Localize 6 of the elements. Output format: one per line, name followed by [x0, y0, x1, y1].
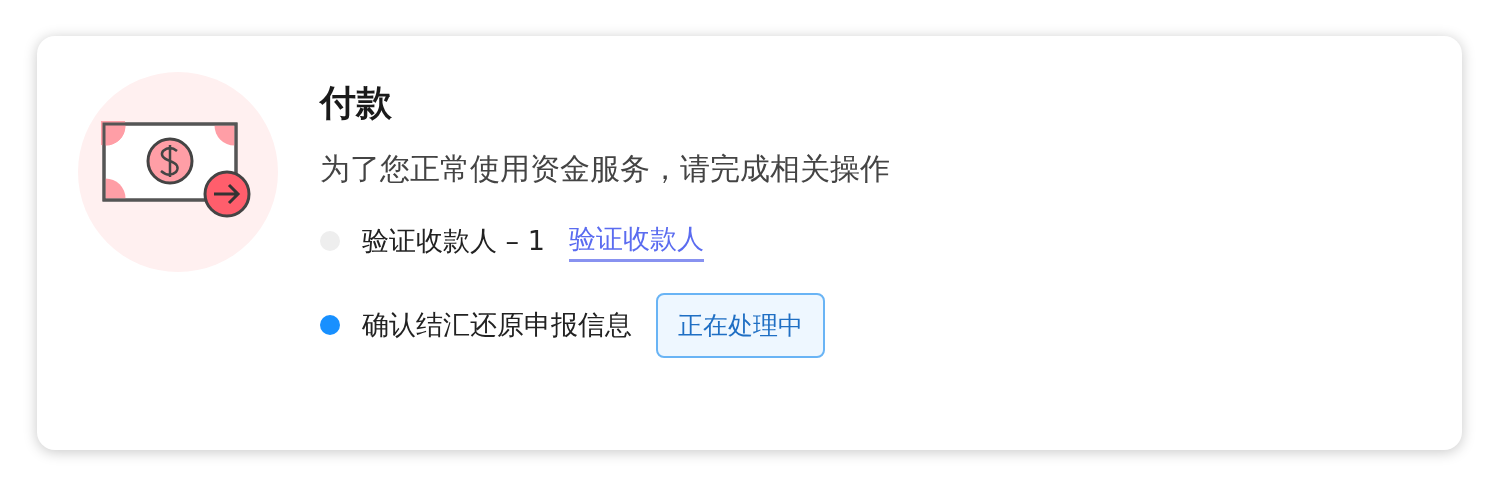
step-label: 确认结汇还原申报信息 — [362, 308, 632, 342]
card-title: 付款 — [320, 81, 393, 125]
card-subtitle: 为了您正常使用资金服务，请完成相关操作 — [320, 150, 890, 188]
status-badge: 正在处理中 — [656, 292, 825, 358]
verify-link[interactable]: 验证收款人 — [568, 220, 704, 262]
step-label: 验证收款人 – 1 — [362, 224, 545, 258]
